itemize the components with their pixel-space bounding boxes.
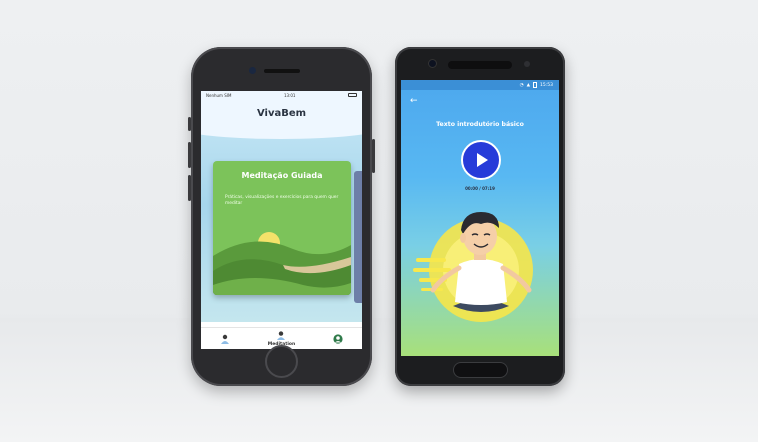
floor-reflection: [0, 318, 758, 442]
battery-icon: [533, 82, 538, 88]
back-arrow-icon[interactable]: ←: [410, 96, 418, 106]
header-wave: [201, 117, 362, 139]
battery-icon: [348, 93, 357, 97]
power-button: [372, 139, 375, 173]
android-screen: ◔ ▲ 15:53 ← Texto introdutório básico 00…: [401, 80, 559, 356]
speaker-grille: [448, 61, 512, 69]
android-device: ◔ ▲ 15:53 ← Texto introdutório básico 00…: [395, 47, 565, 386]
meditation-icon: [277, 330, 286, 340]
iphone-device: Nenhum SIM 13:01 VivaBem Meditação Guiad…: [188, 47, 375, 386]
signal-icon: ▲: [526, 82, 531, 88]
play-icon: [477, 153, 488, 167]
landscape-illustration: [213, 232, 351, 295]
next-card-peek[interactable]: [354, 171, 362, 303]
android-status-bar: ◔ ▲ 15:53: [401, 80, 559, 90]
wifi-icon: ◔: [519, 82, 524, 88]
fingerprint-sensor[interactable]: [453, 362, 508, 378]
playback-time: 00:00 / 07:19: [465, 186, 495, 191]
person-icon: [220, 334, 229, 344]
front-camera: [249, 67, 256, 74]
mute-switch: [188, 117, 191, 131]
tab-person[interactable]: [220, 334, 230, 344]
earpiece: [264, 69, 300, 73]
status-time: 13:01: [283, 92, 296, 98]
play-button[interactable]: [461, 140, 501, 180]
front-camera: [428, 59, 437, 68]
lesson-title: Texto introdutório básico: [436, 121, 524, 128]
volume-down-button: [188, 175, 191, 201]
meditation-card[interactable]: Meditação Guiada Práticas, visualizações…: [213, 161, 351, 295]
ios-status-bar: Nenhum SIM 13:01: [201, 91, 362, 99]
status-time: 15:53: [540, 82, 553, 88]
home-button[interactable]: [265, 345, 298, 378]
meditating-man-illustration: [413, 212, 533, 322]
volume-up-button: [188, 142, 191, 168]
carrier-label: Nenhum SIM: [206, 92, 232, 98]
tab-profile[interactable]: [333, 333, 343, 344]
profile-icon: [333, 333, 343, 344]
proximity-sensor: [524, 61, 530, 67]
iphone-screen: Nenhum SIM 13:01 VivaBem Meditação Guiad…: [201, 91, 362, 349]
